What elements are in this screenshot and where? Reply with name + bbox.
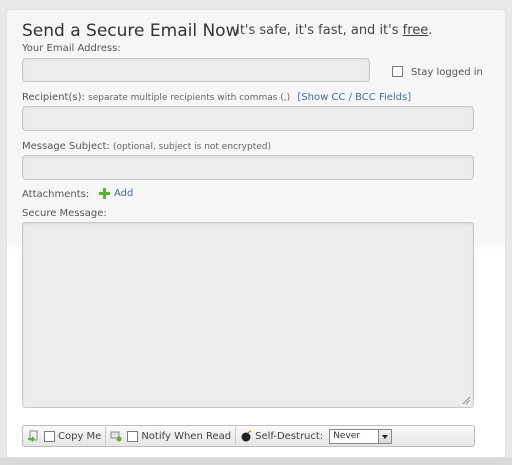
add-attachment-button[interactable]: Add (99, 188, 133, 199)
copy-me-label: Copy Me (58, 430, 102, 442)
notify-label: Notify When Read (141, 430, 232, 442)
tagline-suffix: . (428, 23, 433, 38)
subject-label: Message Subject: (22, 141, 110, 152)
self-destruct-select[interactable]: Never (329, 428, 393, 444)
bomb-icon (241, 430, 252, 442)
email-field[interactable] (22, 58, 370, 82)
copy-icon (28, 430, 38, 442)
options-toolbar: Copy Me Notify When Read Self-Destruct: … (22, 425, 475, 447)
notify-icon (110, 431, 122, 442)
subject-hint: (optional, subject is not encrypted) (112, 142, 272, 152)
free-link[interactable]: free (403, 23, 429, 38)
tagline-text: It's safe, it's fast, and it's (236, 23, 403, 38)
recipients-field[interactable] (22, 106, 474, 131)
subject-field[interactable] (22, 155, 474, 180)
recipients-label: Recipient(s): (22, 92, 85, 103)
self-destruct-label: Self-Destruct: (255, 430, 324, 442)
self-destruct-option: Self-Destruct: Never (236, 426, 396, 446)
message-label: Secure Message: (22, 208, 107, 219)
message-textarea[interactable] (22, 222, 474, 408)
plus-icon (99, 188, 110, 199)
bottom-bar (0, 458, 512, 465)
subject-label-row: Message Subject: (optional, subject is n… (22, 141, 271, 152)
show-cc-bcc-link[interactable]: [Show CC / BCC Fields] (297, 92, 411, 103)
resize-handle-icon[interactable] (462, 396, 470, 404)
recipients-label-row: Recipient(s): separate multiple recipien… (22, 92, 411, 103)
email-label: Your Email Address: (22, 43, 121, 54)
stay-logged-in[interactable]: Stay logged in (392, 64, 483, 78)
attachments-label: Attachments: (22, 189, 90, 200)
tagline: It's safe, it's fast, and it's free. (236, 23, 432, 38)
add-attachment-label: Add (114, 188, 134, 199)
copy-me-checkbox[interactable] (44, 430, 55, 442)
stay-logged-in-checkbox[interactable] (392, 65, 403, 77)
copy-me-option[interactable]: Copy Me (23, 426, 105, 446)
stay-logged-in-label: Stay logged in (411, 67, 483, 78)
notify-checkbox[interactable] (127, 430, 139, 442)
recipients-hint: separate multiple recipients with commas… (88, 93, 291, 103)
notify-option[interactable]: Notify When Read (106, 426, 235, 446)
chevron-down-icon[interactable] (378, 429, 392, 443)
page-title: Send a Secure Email Now (22, 21, 240, 41)
self-destruct-value: Never (333, 431, 361, 441)
